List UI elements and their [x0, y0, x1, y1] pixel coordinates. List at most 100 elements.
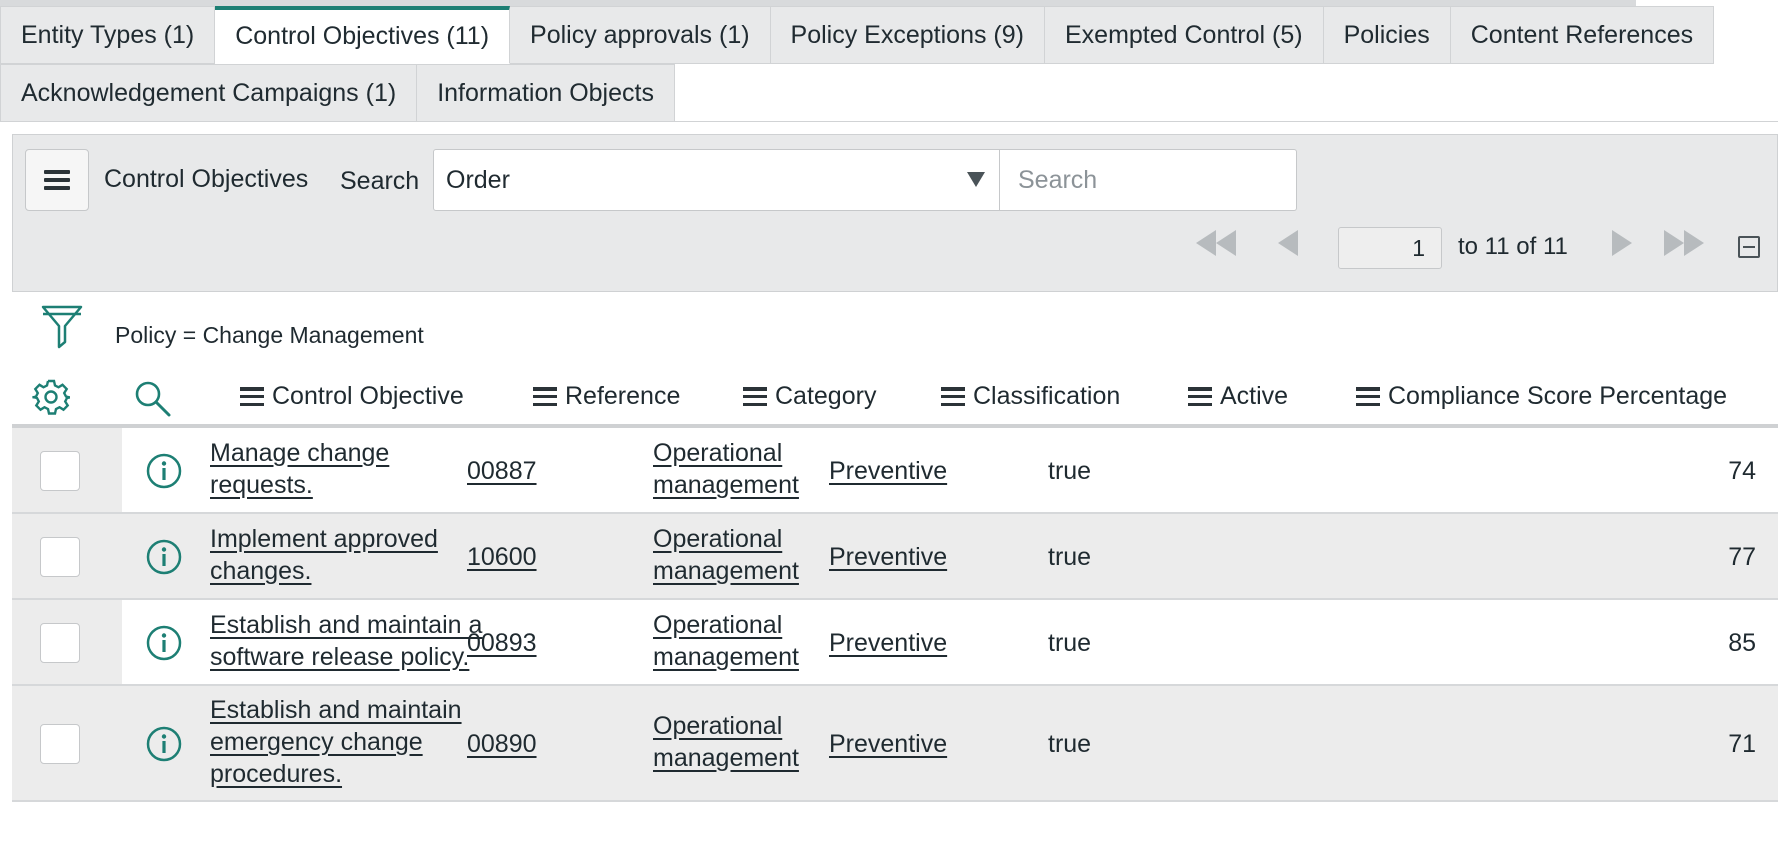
- compliance-score-cell: 77: [1728, 543, 1756, 571]
- tab-policy-approvals[interactable]: Policy approvals (1): [510, 6, 771, 64]
- category-cell: Operational management: [653, 437, 799, 501]
- category-cell: Operational management: [653, 710, 799, 774]
- reference-cell: 10600: [467, 539, 537, 575]
- list-header: Control Objectives Search Order to 11 of…: [12, 134, 1778, 292]
- control-objective-link[interactable]: Establish and maintain: [210, 696, 462, 724]
- control-objective-link[interactable]: Manage change: [210, 439, 389, 467]
- category-link[interactable]: Operational: [653, 525, 782, 553]
- column-menu-icon[interactable]: [743, 387, 767, 406]
- reference-link[interactable]: 00890: [467, 730, 537, 758]
- category-link[interactable]: management: [653, 471, 799, 499]
- classification-cell: Preventive: [829, 453, 947, 489]
- column-menu-icon[interactable]: [1188, 387, 1212, 406]
- category-link[interactable]: management: [653, 557, 799, 585]
- classification-cell: Preventive: [829, 539, 947, 575]
- next-page-button[interactable]: [1612, 225, 1632, 261]
- column-header-classification[interactable]: Classification: [941, 382, 1120, 411]
- column-menu-icon[interactable]: [1356, 387, 1380, 406]
- magnifier-icon[interactable]: [132, 378, 172, 418]
- reference-link[interactable]: 10600: [467, 543, 537, 571]
- column-header-category[interactable]: Category: [743, 382, 876, 411]
- category-link[interactable]: management: [653, 643, 799, 671]
- info-circle-icon[interactable]: [145, 538, 183, 576]
- row-checkbox[interactable]: [40, 623, 80, 663]
- reference-link[interactable]: 00887: [467, 457, 537, 485]
- control-objective-link[interactable]: Implement approved: [210, 525, 438, 553]
- active-cell: true: [1048, 629, 1092, 657]
- list-menu-button[interactable]: [25, 149, 89, 211]
- tab-exempted-control[interactable]: Exempted Control (5): [1044, 6, 1324, 64]
- category-link[interactable]: management: [653, 744, 799, 772]
- column-header-compliance-score[interactable]: Compliance Score Percentage: [1356, 382, 1727, 411]
- search-field-select[interactable]: Order: [433, 149, 1000, 211]
- tab-entity-types[interactable]: Entity Types (1): [0, 6, 216, 64]
- classification-cell: Preventive: [829, 726, 947, 762]
- funnel-icon[interactable]: [40, 304, 84, 350]
- tab-acknowledgement-campaigns[interactable]: Acknowledgement Campaigns (1): [0, 64, 418, 122]
- reference-link[interactable]: 00893: [467, 629, 537, 657]
- table-row: Implement approved changes. 10600 Operation…: [12, 514, 1778, 600]
- column-menu-icon[interactable]: [533, 387, 557, 406]
- search-input[interactable]: [1000, 149, 1297, 211]
- classification-link[interactable]: Preventive: [829, 457, 947, 485]
- tab-row-primary: Entity Types (1) Control Objectives (11) P…: [0, 6, 1715, 64]
- compliance-score-cell: 74: [1728, 457, 1756, 485]
- double-chevron-left-icon: [1196, 230, 1216, 256]
- row-checkbox[interactable]: [40, 537, 80, 577]
- tab-policy-exceptions[interactable]: Policy Exceptions (9): [770, 6, 1045, 64]
- active-cell: true: [1048, 543, 1092, 571]
- tab-policies[interactable]: Policies: [1323, 6, 1451, 64]
- row-checkbox[interactable]: [40, 724, 80, 764]
- control-objective-link[interactable]: requests.: [210, 471, 313, 499]
- table-row: Establish and maintain a software release…: [12, 600, 1778, 686]
- info-circle-icon[interactable]: [145, 725, 183, 763]
- control-objective-link[interactable]: Establish and maintain a: [210, 611, 482, 639]
- control-objective-cell: Establish and maintain a software release…: [210, 609, 482, 673]
- pagination-range: to 11 of 11: [1458, 233, 1568, 260]
- active-cell: true: [1048, 457, 1092, 485]
- classification-link[interactable]: Preventive: [829, 730, 947, 758]
- page-number-input[interactable]: [1338, 227, 1442, 269]
- collapse-list-button[interactable]: [1738, 236, 1760, 258]
- column-headers: Control Objective Reference Category Cla…: [12, 370, 1778, 428]
- last-page-button[interactable]: [1664, 225, 1704, 261]
- control-objectives-table: Manage change requests. 00887 Operational ma…: [12, 428, 1778, 802]
- category-link[interactable]: Operational: [653, 439, 782, 467]
- tab-control-objectives[interactable]: Control Objectives (11): [215, 6, 511, 64]
- classification-cell: Preventive: [829, 625, 947, 661]
- info-circle-icon[interactable]: [145, 624, 183, 662]
- active-cell: true: [1048, 730, 1092, 758]
- category-link[interactable]: Operational: [653, 712, 782, 740]
- tab-content-references[interactable]: Content References: [1450, 6, 1715, 64]
- classification-link[interactable]: Preventive: [829, 543, 947, 571]
- row-checkbox[interactable]: [40, 451, 80, 491]
- control-objective-link[interactable]: changes.: [210, 557, 311, 585]
- control-objective-cell: Implement approved changes.: [210, 523, 438, 587]
- category-cell: Operational management: [653, 609, 799, 673]
- info-circle-icon[interactable]: [145, 452, 183, 490]
- column-menu-icon[interactable]: [941, 387, 965, 406]
- tabs-divider: [656, 121, 1778, 122]
- control-objective-link[interactable]: emergency change: [210, 728, 423, 756]
- minus-icon: [1743, 246, 1755, 248]
- category-cell: Operational management: [653, 523, 799, 587]
- first-page-button[interactable]: [1196, 225, 1236, 261]
- category-link[interactable]: Operational: [653, 611, 782, 639]
- control-objective-cell: Manage change requests.: [210, 437, 389, 501]
- column-header-control-objective[interactable]: Control Objective: [240, 382, 464, 411]
- table-row: Manage change requests. 00887 Operational ma…: [12, 428, 1778, 514]
- control-objective-link[interactable]: procedures.: [210, 760, 342, 788]
- control-objective-link[interactable]: software release policy.: [210, 643, 469, 671]
- filter-breadcrumb[interactable]: Policy = Change Management: [115, 322, 424, 349]
- dropdown-caret-icon: [967, 172, 985, 187]
- classification-link[interactable]: Preventive: [829, 629, 947, 657]
- column-menu-icon[interactable]: [240, 387, 264, 406]
- gear-icon[interactable]: [32, 378, 70, 416]
- column-header-reference[interactable]: Reference: [533, 382, 680, 411]
- column-header-active[interactable]: Active: [1188, 382, 1288, 411]
- previous-page-button[interactable]: [1278, 225, 1298, 261]
- tab-information-objects[interactable]: Information Objects: [417, 64, 675, 122]
- chevron-right-icon: [1612, 230, 1632, 256]
- compliance-score-cell: 71: [1728, 730, 1756, 758]
- double-chevron-right-icon: [1664, 230, 1684, 256]
